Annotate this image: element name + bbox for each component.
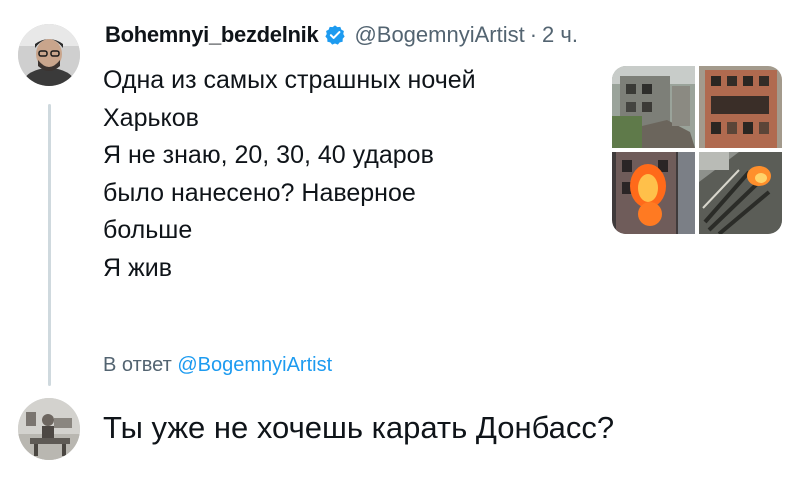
author-display-name[interactable]: Bohemnyi_bezdelnik <box>105 22 319 48</box>
tweet-timestamp[interactable]: 2 ч. <box>542 22 578 48</box>
author-avatar[interactable] <box>18 24 80 86</box>
verified-badge-icon <box>324 24 346 46</box>
tweet-media-grid[interactable] <box>612 66 782 234</box>
avatar-photo-icon <box>18 24 80 86</box>
header-separator: · <box>529 22 538 47</box>
damaged-building-icon[interactable] <box>612 66 695 148</box>
tweet-line: больше <box>103 216 193 245</box>
tweet-body: Одна из самых страшных ночей Харьков Я н… <box>103 62 573 288</box>
tweet-line: Я не знаю, 20, 30, 40 ударов <box>103 141 434 170</box>
author-handle[interactable]: @BogemnyiArtist <box>354 22 524 48</box>
replier-avatar[interactable] <box>18 398 80 460</box>
reply-to-prefix: В ответ <box>103 354 172 376</box>
tweet-line: Харьков <box>103 103 199 132</box>
damaged-facade-icon[interactable] <box>699 66 782 148</box>
reply-body: Ты уже не хочешь карать Донбасс? <box>103 410 615 445</box>
tweet-line: было нанесено? Наверное <box>103 178 416 207</box>
tweet-line: Я жив <box>103 253 172 282</box>
avatar-photo-icon <box>18 398 80 460</box>
reply-to-context: В ответ @BogemnyiArtist <box>103 354 332 377</box>
tweet-line: Одна из самых страшных ночей <box>103 66 476 94</box>
burning-balconies-icon[interactable] <box>699 152 782 234</box>
tweet-header: Bohemnyi_bezdelnik @BogemnyiArtist · 2 ч… <box>105 20 578 50</box>
burning-building-icon[interactable] <box>612 152 695 234</box>
reply-to-mention-link[interactable]: @BogemnyiArtist <box>177 354 332 376</box>
thread-connector-line <box>48 104 51 386</box>
